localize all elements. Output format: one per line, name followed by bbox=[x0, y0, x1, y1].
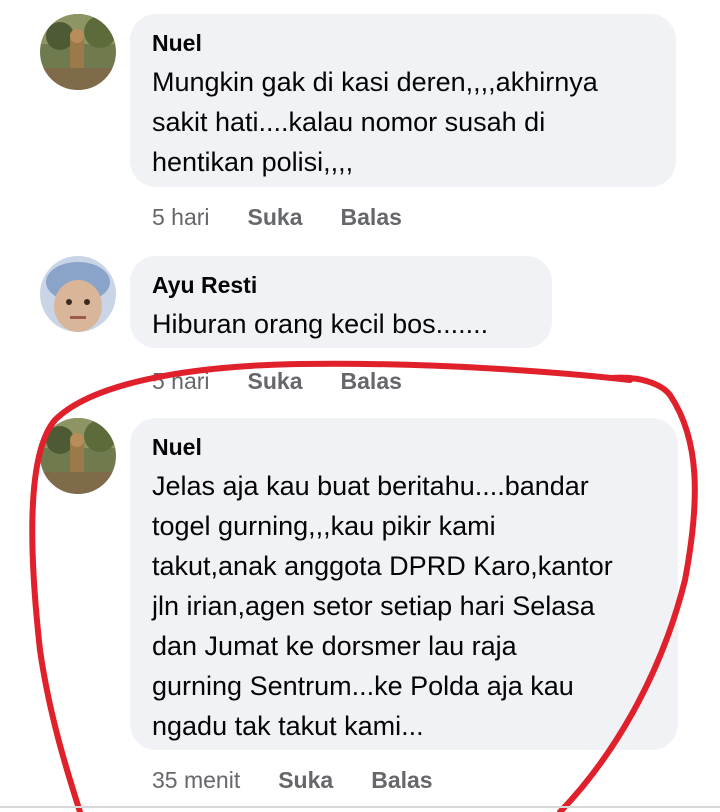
avatar[interactable] bbox=[40, 14, 116, 90]
comment-time[interactable]: 5 hari bbox=[152, 366, 210, 396]
comment-time[interactable]: 35 menit bbox=[152, 765, 240, 795]
like-button[interactable]: Suka bbox=[248, 366, 303, 396]
comment-bubble: Ayu Resti Hiburan orang kecil bos....... bbox=[130, 256, 552, 348]
comment-time[interactable]: 5 hari bbox=[152, 202, 210, 232]
avatar[interactable] bbox=[40, 256, 116, 332]
comment-bubble: Nuel Mungkin gak di kasi deren,,,,akhirn… bbox=[130, 14, 676, 187]
comment-text: Hiburan orang kecil bos....... bbox=[152, 309, 489, 339]
comment-bubble: Nuel Jelas aja kau buat beritahu....band… bbox=[130, 418, 678, 750]
avatar[interactable] bbox=[40, 418, 116, 494]
reply-button[interactable]: Balas bbox=[341, 202, 402, 232]
comment-actions: 5 hari Suka Balas bbox=[152, 366, 402, 396]
reply-button[interactable]: Balas bbox=[341, 366, 402, 396]
comment-author[interactable]: Ayu Resti bbox=[152, 270, 530, 300]
comment-text: Mungkin gak di kasi deren,,,,akhirnya sa… bbox=[152, 67, 598, 177]
reply-button[interactable]: Balas bbox=[371, 765, 432, 795]
like-button[interactable]: Suka bbox=[248, 202, 303, 232]
comment-author[interactable]: Nuel bbox=[152, 432, 656, 462]
comment-actions: 35 menit Suka Balas bbox=[152, 765, 433, 795]
like-button[interactable]: Suka bbox=[278, 765, 333, 795]
divider bbox=[0, 806, 720, 808]
comment-text: Jelas aja kau buat beritahu....bandar to… bbox=[152, 471, 613, 741]
comment-actions: 5 hari Suka Balas bbox=[152, 202, 402, 232]
comment-author[interactable]: Nuel bbox=[152, 28, 654, 58]
